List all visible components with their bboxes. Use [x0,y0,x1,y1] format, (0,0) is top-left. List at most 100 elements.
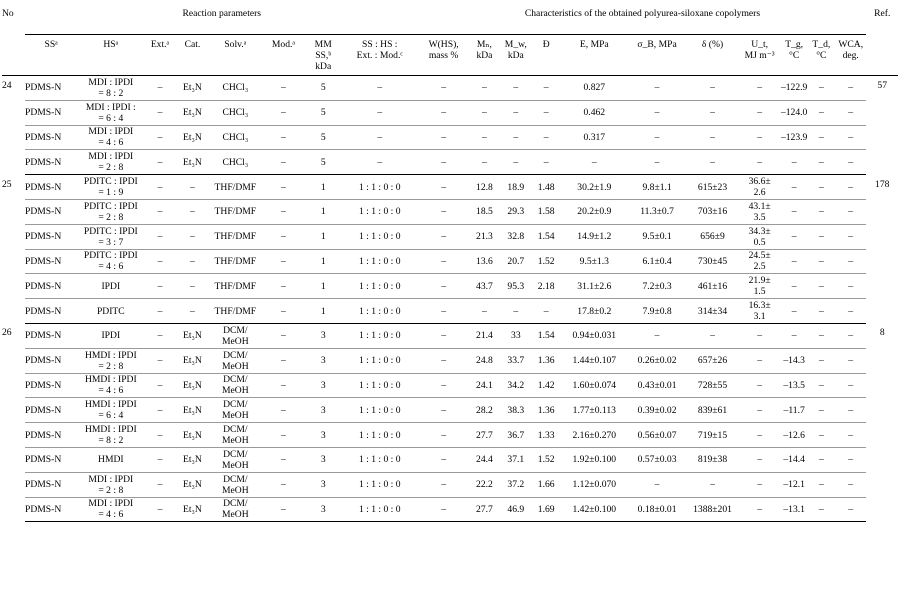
table-cell: – [418,100,469,126]
table-cell: 1 : 1 : 0 : 0 [341,348,419,374]
table-cell: 1 [305,224,341,250]
table-cell: DCM/ MeOH [209,422,262,448]
table-row: PDMS-N PDITC – – THF/DMF –1 1 : 1 : 0 : 0– – – –1… [2,298,898,324]
table-cell: – [468,75,501,101]
table-row: PDMS-N PDITC : IPDI = 2 : 8– – THF/DMF –1 1 :… [2,199,898,225]
table-cell: – [500,298,532,324]
table-cell: – [418,348,469,374]
table-cell: – [261,249,306,275]
table-cell: PDMS-N [25,249,78,275]
table-cell: 11.3±0.7 [627,199,687,225]
table-cell: – [834,373,867,399]
table-cell: 2.16±0.270 [560,422,628,448]
table-cell: Et₃N [175,397,210,424]
table-cell: – [834,149,867,176]
table-cell: –12.6 [780,422,808,448]
table-cell: – [175,224,210,250]
table-cell: – [144,125,176,151]
table-cell: – [531,125,561,151]
table-cell: – [261,298,306,324]
table-cell: 1.66 [531,472,561,498]
table-cell: – [341,125,419,151]
table-cell: – [418,447,469,473]
table-cell: DCM/ MeOH [209,497,262,523]
table-cell: 0.94±0.031 [560,323,628,349]
table-cell: – [418,249,469,275]
table-cell: – [686,125,739,151]
table-cell: 3 [305,472,341,498]
table-cell: PDITC : IPDI = 2 : 8 [77,199,145,225]
table-cell: – [418,422,469,448]
table-cell: 1.42 [531,373,561,399]
col-no-header: No [2,8,14,19]
table-cell: – [144,149,176,176]
table-cell: – [686,472,739,498]
table-cell: 0.56±0.07 [627,422,687,448]
table-cell: – [418,75,469,101]
table-cell: 20.7 [500,249,532,275]
table-cell: – [144,224,176,250]
table-cell: 730±45 [686,249,739,275]
entry-number: 25 [2,178,12,190]
table-cell: 7.2±0.3 [627,273,687,300]
table-cell: – [144,472,176,498]
table-cell: –14.4 [780,447,808,473]
table-cell: – [261,100,306,126]
group-reaction-header: Reaction parameters [25,2,419,35]
table-cell: – [834,249,867,275]
column-header: Mod.ᵃ [271,39,296,50]
table-cell: 657±26 [686,348,739,374]
table-cell: PDMS-N [25,422,78,448]
table-row: PDMS-N HMDI : IPDI = 6 : 4– Et₃N DCM/ MeOH –… [2,397,898,424]
table-cell: 6.1±0.4 [627,249,687,275]
table-cell: 1 : 1 : 0 : 0 [341,497,419,523]
table-cell: – [261,125,306,151]
table-cell: HMDI : IPDI = 8 : 2 [77,422,145,448]
table-cell: – [468,125,501,151]
table-cell: DCM/ MeOH [209,472,262,498]
table-cell: IPDI [77,273,145,300]
table-cell: – [807,224,835,250]
table-cell: – [738,373,781,399]
table-cell: 1 : 1 : 0 : 0 [341,422,419,448]
table-cell: 1.92±0.100 [560,447,628,473]
table-cell: PDMS-N [25,149,78,176]
column-header: Mₙ, kDa [476,39,493,61]
table-cell: – [418,174,469,200]
table-cell: – [144,100,176,126]
table-cell: – [780,224,808,250]
table-cell: 9.5±0.1 [627,224,687,250]
table-cell: – [780,298,808,324]
table-cell: 1 [305,199,341,225]
table-cell: 1388±201 [686,497,739,523]
table-cell: – [780,273,808,300]
table-cell: 819±38 [686,447,739,473]
table-cell: 1 [305,298,341,324]
table-cell: – [780,149,808,176]
table-cell: – [418,199,469,225]
table-cell: 12.8 [468,174,501,200]
table-cell: 34.3± 0.5 [738,224,781,250]
table-cell: –122.9 [780,75,808,101]
table-cell: 32.8 [500,224,532,250]
table-cell: 24.8 [468,348,501,374]
table-cell: – [144,273,176,300]
table-row: PDMS-N HMDI – Et₃N DCM/ MeOH –3 1 : 1 : 0 : 0–… [2,447,898,473]
table-cell: 16.3± 3.1 [738,298,781,324]
column-header: Ext.ᵃ [150,39,170,50]
table-cell: – [807,373,835,399]
table-cell: 21.3 [468,224,501,250]
table-cell: 719±15 [686,422,739,448]
table-cell: – [834,447,867,473]
table-cell: HMDI : IPDI = 6 : 4 [77,397,145,424]
table-cell: – [807,199,835,225]
table-cell: – [738,323,781,349]
table-cell: – [834,497,867,523]
table-cell: 5 [305,100,341,126]
table-cell: 24.5± 2.5 [738,249,781,275]
table-cell: HMDI : IPDI = 2 : 8 [77,348,145,374]
column-header: SS : HS : Ext. : Mod.ᶜ [356,39,403,61]
table-cell: – [418,273,469,300]
table-cell: Et₃N [175,75,210,101]
table-cell: 38.3 [500,397,532,424]
